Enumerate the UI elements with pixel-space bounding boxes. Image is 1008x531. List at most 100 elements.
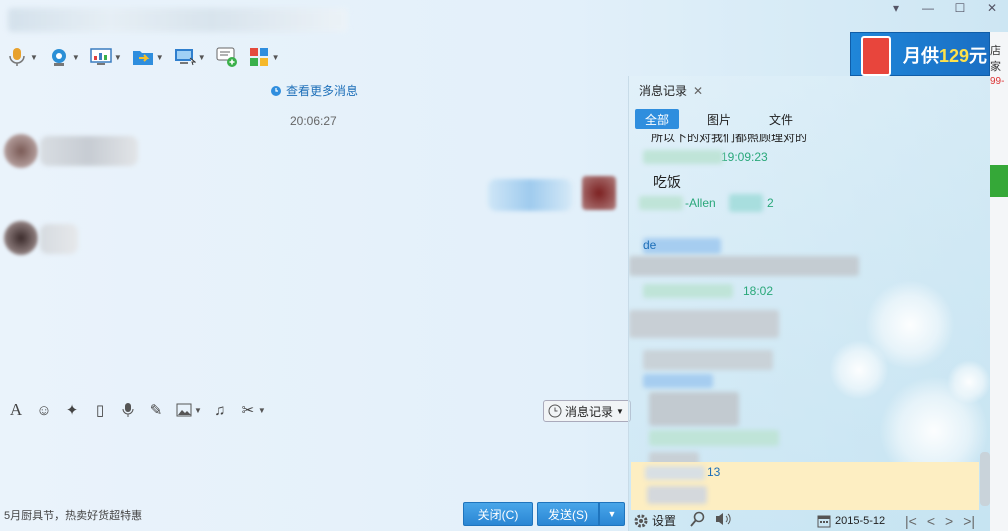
next-page-button[interactable]: > bbox=[945, 513, 953, 529]
minimize-button[interactable]: — bbox=[912, 0, 944, 16]
emoji-icon[interactable]: ☺ bbox=[34, 400, 54, 420]
speaker-icon[interactable] bbox=[714, 511, 732, 530]
scrollbar-thumb[interactable] bbox=[980, 452, 990, 506]
history-message: 吃饭 bbox=[653, 174, 681, 190]
input-toolbar: A ☺ ✦ ▯ ✎ ▼ ♫ ✂ ▼ bbox=[6, 400, 266, 420]
screen-share-button[interactable]: ▼ bbox=[90, 44, 122, 70]
chevron-down-icon: ▼ bbox=[616, 406, 624, 416]
message-history-label: 消息记录 bbox=[565, 404, 614, 419]
chevron-down-icon: ▼ bbox=[607, 509, 617, 519]
avatar[interactable] bbox=[4, 221, 38, 255]
folder-transfer-icon bbox=[132, 46, 154, 68]
new-chat-button[interactable] bbox=[216, 44, 238, 70]
chevron-down-icon[interactable]: ▼ bbox=[72, 53, 80, 62]
message-bubble-blurred bbox=[40, 136, 138, 166]
filter-all[interactable]: 全部 bbox=[635, 109, 680, 129]
shake-window-icon[interactable]: ▯ bbox=[90, 400, 110, 420]
view-more-label: 查看更多消息 bbox=[286, 84, 359, 98]
blurred-content bbox=[629, 256, 859, 276]
image-icon[interactable] bbox=[174, 400, 194, 420]
voice-call-button[interactable]: ▼ bbox=[6, 44, 38, 70]
promo-link[interactable]: 5月厨具节，热卖好货超特惠 bbox=[4, 507, 142, 523]
chevron-down-icon[interactable]: ▼ bbox=[156, 53, 164, 62]
history-message: 所以下的对我们都照顾理对的 bbox=[651, 134, 808, 144]
date-picker[interactable]: 2015-5-12 bbox=[817, 514, 885, 528]
right-edge-text: 店家 bbox=[990, 45, 1001, 73]
apps-button[interactable]: ▼ bbox=[248, 44, 280, 70]
history-navigation: |< < > >| bbox=[905, 513, 975, 529]
history-sender-suffix: 2 bbox=[767, 196, 774, 210]
dropdown-window-button[interactable]: ▾ bbox=[880, 0, 912, 16]
message-timestamp: 20:06:27 bbox=[290, 114, 337, 128]
right-edge-price: 99- bbox=[990, 76, 1005, 87]
blurred-content bbox=[629, 310, 779, 338]
maximize-button[interactable]: ☐ bbox=[944, 0, 976, 16]
first-page-button[interactable]: |< bbox=[905, 513, 917, 529]
message-bubble-blurred bbox=[488, 179, 572, 211]
remote-desktop-icon bbox=[174, 46, 196, 68]
blurred-content bbox=[645, 466, 705, 480]
chevron-down-icon[interactable]: ▼ bbox=[194, 406, 202, 415]
history-message: de bbox=[643, 238, 657, 252]
blurred-content bbox=[643, 350, 773, 370]
new-chat-icon bbox=[216, 46, 238, 68]
history-timestamp: 13 bbox=[707, 465, 721, 479]
calendar-icon bbox=[817, 515, 831, 527]
voice-message-icon[interactable] bbox=[118, 400, 138, 420]
chevron-down-icon[interactable]: ▼ bbox=[198, 53, 206, 62]
edit-icon[interactable]: ✎ bbox=[146, 400, 166, 420]
send-options-button[interactable]: ▼ bbox=[599, 502, 625, 526]
filter-images[interactable]: 图片 bbox=[697, 109, 741, 129]
history-filters: 全部 图片 文件 bbox=[635, 109, 803, 129]
prev-page-button[interactable]: < bbox=[927, 513, 935, 529]
chat-area: 查看更多消息 20:06:27 bbox=[0, 76, 628, 396]
music-icon[interactable]: ♫ bbox=[210, 400, 230, 420]
message-history-button[interactable]: 消息记录 ▼ bbox=[543, 400, 631, 422]
settings-button[interactable]: 设置 bbox=[633, 512, 676, 529]
chevron-down-icon[interactable]: ▼ bbox=[258, 406, 266, 415]
scissors-icon[interactable]: ✂ bbox=[238, 400, 258, 420]
view-more-messages-link[interactable]: 查看更多消息 bbox=[270, 82, 358, 99]
history-timestamp: 19:09:23 bbox=[721, 150, 768, 164]
blurred-content bbox=[647, 486, 707, 504]
file-transfer-button[interactable]: ▼ bbox=[132, 44, 164, 70]
magic-wand-icon[interactable]: ✦ bbox=[62, 400, 82, 420]
clock-icon bbox=[271, 85, 281, 96]
chevron-down-icon[interactable]: ▼ bbox=[272, 53, 280, 62]
history-sender: -Allen bbox=[685, 196, 716, 210]
remote-desktop-button[interactable]: ▼ bbox=[174, 44, 206, 70]
top-toolbar: ▼ ▼ ▼ ▼ ▼ ▼ bbox=[6, 44, 280, 70]
date-label: 2015-5-12 bbox=[835, 514, 886, 527]
filter-files[interactable]: 文件 bbox=[759, 109, 803, 129]
ad-banner[interactable]: 月供129元 bbox=[850, 32, 990, 76]
green-tab[interactable] bbox=[990, 165, 1008, 197]
clock-icon bbox=[548, 404, 562, 418]
blurred-content bbox=[643, 374, 713, 388]
chevron-down-icon[interactable]: ▼ bbox=[114, 53, 122, 62]
search-icon[interactable] bbox=[690, 511, 706, 530]
history-footer: 设置 2015-5-12 |< < > >| bbox=[629, 510, 991, 531]
blurred-content bbox=[639, 196, 683, 210]
right-edge-strip: 店家 99- bbox=[990, 32, 1008, 531]
history-timestamp: 18:02 bbox=[743, 284, 774, 298]
chevron-down-icon[interactable]: ▼ bbox=[30, 53, 38, 62]
history-tab-title: 消息记录 bbox=[639, 84, 688, 98]
ad-text: 月供129元 bbox=[903, 46, 988, 66]
send-button[interactable]: 发送(S) bbox=[537, 502, 599, 526]
apps-icon bbox=[248, 46, 270, 68]
blurred-content bbox=[643, 284, 733, 298]
highlighted-message: 13 bbox=[631, 462, 979, 510]
close-window-button[interactable]: ✕ bbox=[976, 0, 1008, 16]
camera-icon bbox=[48, 46, 70, 68]
avatar[interactable] bbox=[4, 134, 38, 168]
video-call-button[interactable]: ▼ bbox=[48, 44, 80, 70]
close-icon[interactable]: ✕ bbox=[693, 84, 703, 98]
blurred-content bbox=[643, 150, 723, 164]
message-bubble-blurred bbox=[40, 224, 78, 254]
close-button[interactable]: 关闭(C) bbox=[463, 502, 533, 526]
avatar[interactable] bbox=[582, 176, 616, 210]
last-page-button[interactable]: >| bbox=[963, 513, 975, 529]
phone-image bbox=[861, 36, 891, 76]
font-icon[interactable]: A bbox=[6, 400, 26, 420]
history-tab[interactable]: 消息记录 ✕ bbox=[639, 82, 703, 99]
